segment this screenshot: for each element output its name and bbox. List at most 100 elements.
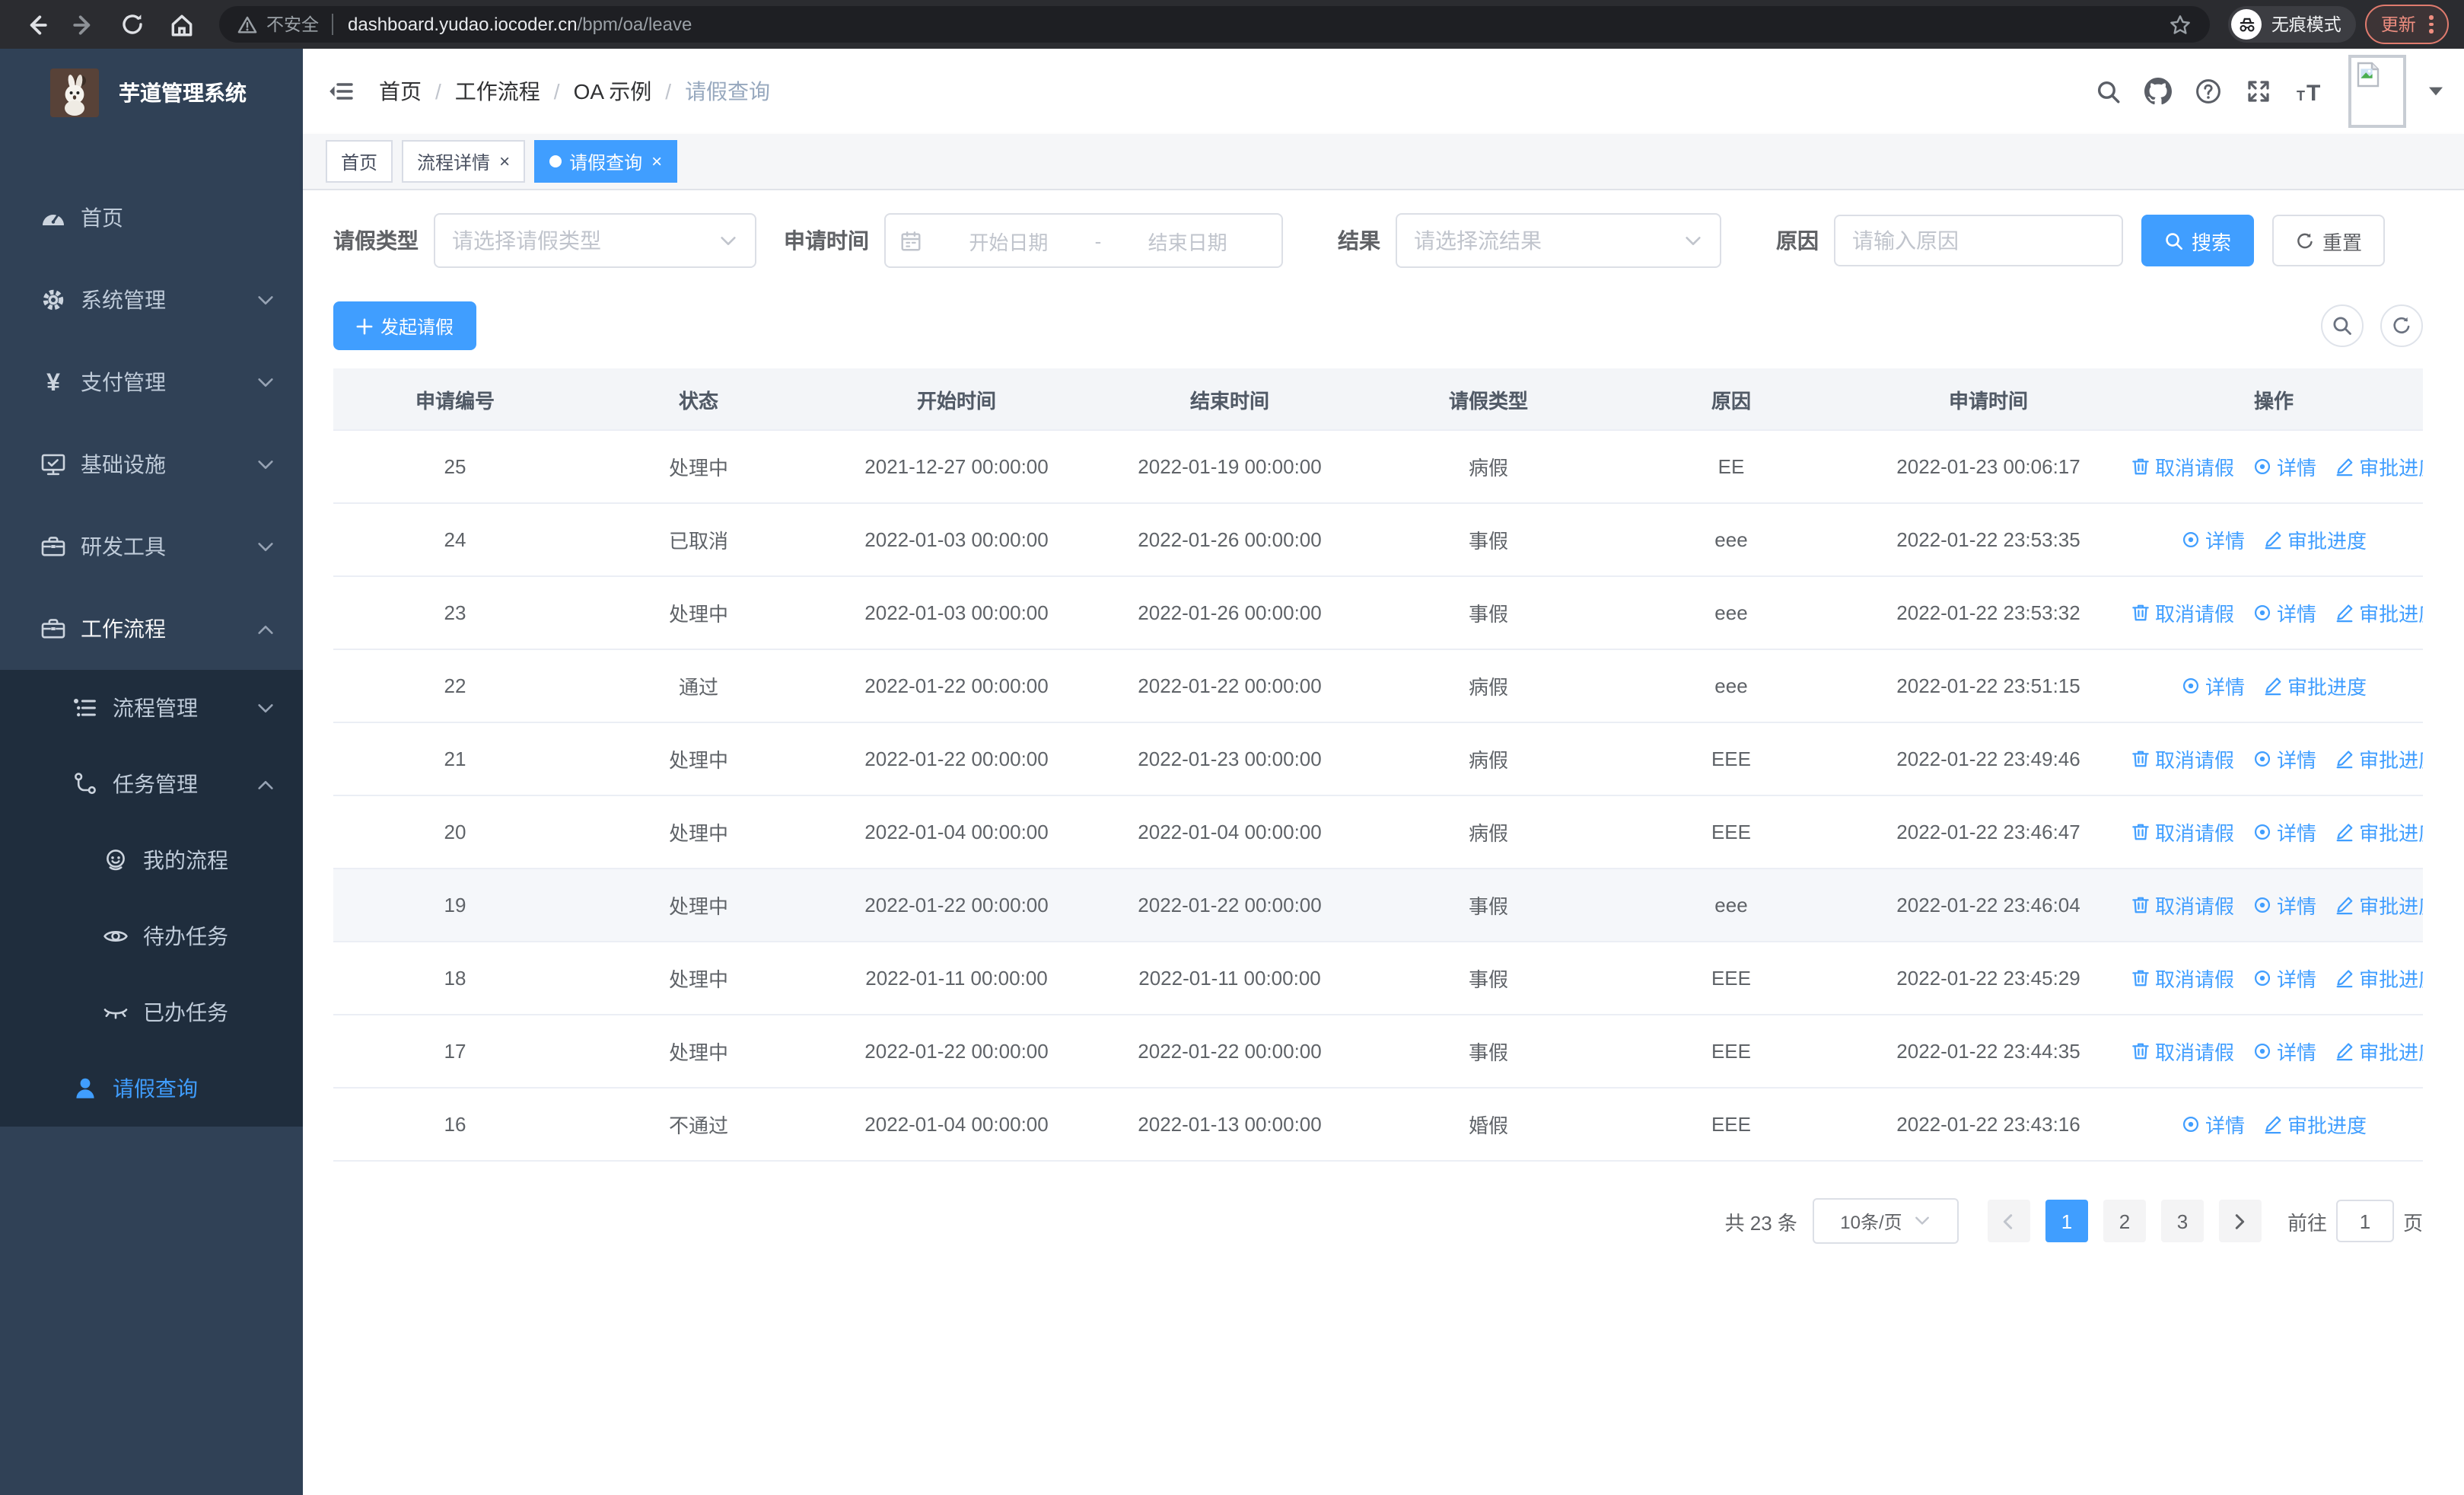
browser-forward-button[interactable] xyxy=(64,5,103,44)
action-progress-link[interactable]: 审批进度 xyxy=(2335,891,2423,920)
page-button-3[interactable]: 3 xyxy=(2160,1200,2204,1242)
next-page-button[interactable] xyxy=(2218,1200,2262,1242)
action-detail-link[interactable]: 详情 xyxy=(2252,744,2316,773)
action-detail-link[interactable]: 详情 xyxy=(2252,964,2316,993)
action-cancel-link[interactable]: 取消请假 xyxy=(2131,891,2234,920)
table-row: 24 已取消 2022-01-03 00:00:00 2022-01-26 00… xyxy=(333,503,2423,577)
browser-back-button[interactable] xyxy=(15,5,55,44)
sidebar-fold-icon[interactable] xyxy=(327,78,355,105)
browser-menu-icon[interactable] xyxy=(2429,15,2434,33)
create-leave-button[interactable]: 发起请假 xyxy=(333,301,477,350)
action-progress-link[interactable]: 审批进度 xyxy=(2335,1037,2423,1066)
action-detail-link[interactable]: 详情 xyxy=(2181,525,2245,554)
breadcrumb-separator: / xyxy=(665,79,672,104)
action-detail-link[interactable]: 详情 xyxy=(2181,671,2245,700)
action-cancel-link[interactable]: 取消请假 xyxy=(2131,452,2234,481)
view-icon xyxy=(2252,968,2272,988)
chevron-up-icon xyxy=(256,619,275,639)
page-button-1[interactable]: 1 xyxy=(2045,1200,2088,1242)
cell-end-time: 2022-01-22 00:00:00 xyxy=(1093,1015,1367,1089)
action-cancel-link[interactable]: 取消请假 xyxy=(2131,744,2234,773)
sidebar-item-infrastructure[interactable]: 基础设施 xyxy=(0,423,303,505)
action-detail-link[interactable]: 详情 xyxy=(2252,452,2316,481)
sidebar-item-task-management[interactable]: 任务管理 xyxy=(0,746,303,822)
page-size-select[interactable]: 10条/页 xyxy=(1812,1198,1959,1244)
cell-end-time: 2022-01-04 00:00:00 xyxy=(1093,795,1367,869)
font-size-icon[interactable] xyxy=(2295,78,2326,105)
tab-home[interactable]: 首页 xyxy=(326,140,393,183)
cell-status: 已取消 xyxy=(577,503,820,577)
reset-button[interactable]: 重置 xyxy=(2272,215,2386,266)
sidebar-item-process-management[interactable]: 流程管理 xyxy=(0,670,303,746)
search-button[interactable]: 搜索 xyxy=(2141,215,2255,266)
action-detail-link[interactable]: 详情 xyxy=(2252,598,2316,627)
cell-status: 处理中 xyxy=(577,795,820,869)
action-detail-link[interactable]: 详情 xyxy=(2252,818,2316,846)
close-icon[interactable]: × xyxy=(499,152,510,171)
github-icon[interactable] xyxy=(2144,78,2172,105)
sidebar-item-todo-tasks[interactable]: 待办任务 xyxy=(0,898,303,974)
search-icon[interactable] xyxy=(2096,78,2122,104)
browser-update-button[interactable]: 更新 xyxy=(2365,5,2449,44)
prev-page-button[interactable] xyxy=(1987,1200,2030,1242)
action-progress-link[interactable]: 审批进度 xyxy=(2263,1110,2367,1139)
goto-page-input[interactable] xyxy=(2335,1200,2394,1242)
sidebar-item-workflow[interactable]: 工作流程 xyxy=(0,588,303,670)
leave-type-select[interactable]: 请选择请假类型 xyxy=(434,213,756,268)
chevron-up-icon xyxy=(256,774,275,794)
avatar[interactable] xyxy=(2348,55,2406,128)
view-icon xyxy=(2252,457,2272,477)
cell-leave-type: 病假 xyxy=(1367,430,1610,504)
show-search-button[interactable] xyxy=(2321,304,2364,347)
cell-apply-time: 2022-01-22 23:43:16 xyxy=(1852,1088,2125,1162)
action-progress-link[interactable]: 审批进度 xyxy=(2335,598,2423,627)
browser-reload-button[interactable] xyxy=(113,5,152,44)
page-button-2[interactable]: 2 xyxy=(2103,1200,2146,1242)
sidebar-item-home[interactable]: 首页 xyxy=(0,177,303,259)
cell-status: 不通过 xyxy=(577,1088,820,1162)
breadcrumb-item[interactable]: OA 示例 xyxy=(574,76,652,107)
help-icon[interactable] xyxy=(2195,78,2222,105)
bookmark-star-icon[interactable] xyxy=(2170,13,2192,36)
close-icon[interactable]: × xyxy=(651,152,662,171)
action-detail-link[interactable]: 详情 xyxy=(2252,1037,2316,1066)
refresh-table-button[interactable] xyxy=(2380,304,2423,347)
sidebar-item-done-tasks[interactable]: 已办任务 xyxy=(0,974,303,1050)
cell-leave-type: 病假 xyxy=(1367,795,1610,869)
sidebar-item-leave-query[interactable]: 请假查询 xyxy=(0,1050,303,1127)
action-progress-link[interactable]: 审批进度 xyxy=(2335,452,2423,481)
action-cancel-link[interactable]: 取消请假 xyxy=(2131,964,2234,993)
action-cancel-link[interactable]: 取消请假 xyxy=(2131,598,2234,627)
action-detail-link[interactable]: 详情 xyxy=(2181,1110,2245,1139)
action-progress-link[interactable]: 审批进度 xyxy=(2335,818,2423,846)
cell-end-time: 2022-01-19 00:00:00 xyxy=(1093,430,1367,504)
cell-actions: 取消请假详情审批进度 xyxy=(2125,576,2423,650)
action-progress-link[interactable]: 审批进度 xyxy=(2335,744,2423,773)
tab-process-detail[interactable]: 流程详情 × xyxy=(402,140,526,183)
app-logo[interactable]: 芋道管理系统 xyxy=(0,49,303,137)
fullscreen-icon[interactable] xyxy=(2245,78,2272,105)
apply-time-range-picker[interactable]: 开始日期 - 结束日期 xyxy=(884,213,1283,268)
action-cancel-link[interactable]: 取消请假 xyxy=(2131,818,2234,846)
action-progress-link[interactable]: 审批进度 xyxy=(2335,964,2423,993)
table-row: 16 不通过 2022-01-04 00:00:00 2022-01-13 00… xyxy=(333,1088,2423,1162)
action-detail-link[interactable]: 详情 xyxy=(2252,891,2316,920)
sidebar-item-dev-tools[interactable]: 研发工具 xyxy=(0,505,303,588)
cell-leave-type: 病假 xyxy=(1367,649,1610,723)
address-bar[interactable]: 不安全 dashboard.yudao.iocoder.cn/bpm/oa/le… xyxy=(219,6,2211,43)
cell-leave-type: 事假 xyxy=(1367,503,1610,577)
action-progress-link[interactable]: 审批进度 xyxy=(2263,671,2367,700)
breadcrumb-item[interactable]: 首页 xyxy=(379,76,422,107)
action-progress-link[interactable]: 审批进度 xyxy=(2263,525,2367,554)
sidebar-item-payment[interactable]: 支付管理 xyxy=(0,341,303,423)
result-select[interactable]: 请选择流结果 xyxy=(1396,213,1721,268)
action-cancel-link[interactable]: 取消请假 xyxy=(2131,1037,2234,1066)
breadcrumb-item[interactable]: 工作流程 xyxy=(455,76,540,107)
cell-reason: eee xyxy=(1610,869,1852,942)
avatar-caret-icon[interactable] xyxy=(2429,87,2443,96)
browser-home-button[interactable] xyxy=(161,5,201,44)
sidebar-item-system[interactable]: 系统管理 xyxy=(0,259,303,341)
tab-leave-query[interactable]: 请假查询 × xyxy=(534,140,678,183)
sidebar-item-my-process[interactable]: 我的流程 xyxy=(0,822,303,898)
reason-input[interactable] xyxy=(1834,215,2123,266)
